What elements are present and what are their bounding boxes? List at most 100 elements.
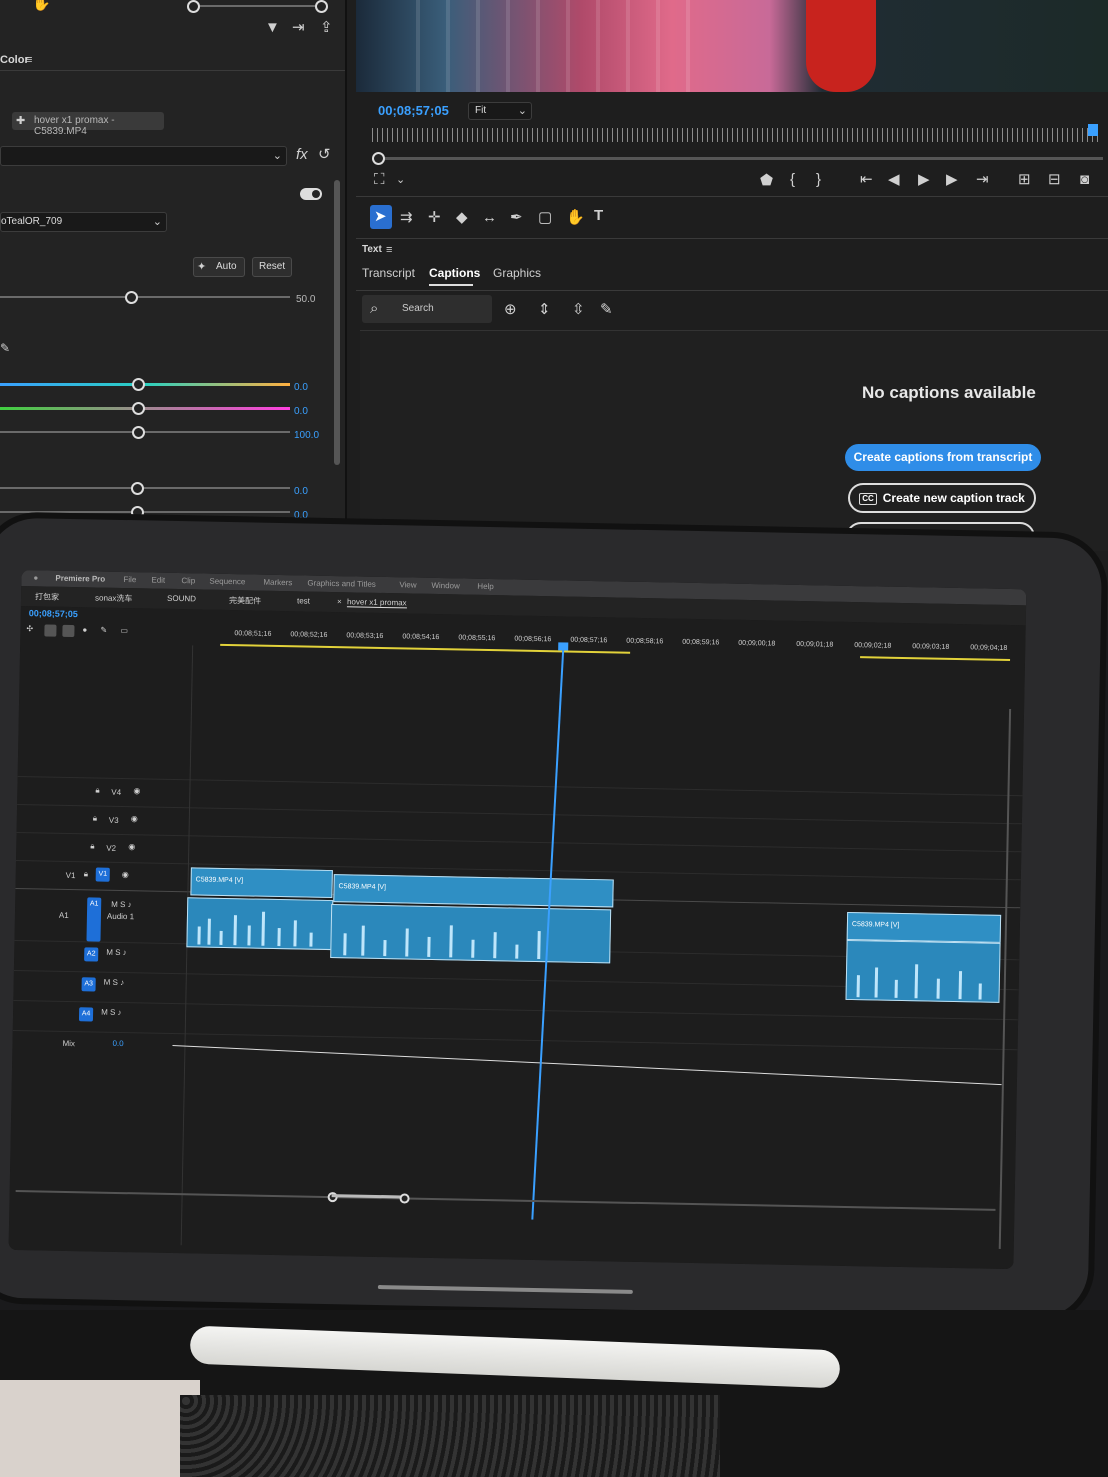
sequence-tab[interactable]: SOUND (167, 594, 196, 604)
close-icon[interactable]: × (337, 597, 342, 606)
exposure-slider[interactable] (0, 487, 290, 489)
menu-window[interactable]: Window (431, 581, 460, 591)
top-slider-knob-end[interactable] (315, 0, 328, 13)
saturation-slider[interactable] (0, 431, 290, 433)
tab-captions[interactable]: Captions (429, 266, 480, 280)
mute-icon[interactable]: M S ♪ (111, 900, 132, 909)
menu-sequence[interactable]: Sequence (209, 577, 245, 587)
program-timecode[interactable]: 00;08;57;05 (378, 103, 449, 118)
monitor-time-ruler[interactable] (372, 128, 1102, 142)
type-tool-icon[interactable]: T (594, 208, 603, 224)
enable-toggle[interactable] (300, 188, 322, 200)
mute-solo-icons[interactable]: M S ♪ (106, 948, 127, 957)
search-input[interactable]: Search (402, 303, 434, 314)
step-back-icon[interactable]: ◀ (888, 172, 900, 188)
sequence-tab[interactable]: test (297, 596, 310, 605)
lock-icon[interactable]: 🔒︎ (95, 785, 99, 795)
menu-edit[interactable]: Edit (151, 576, 165, 585)
hand-tool-icon[interactable]: ✋ (566, 210, 585, 226)
selection-tool[interactable]: ➤ (370, 205, 392, 229)
track-target-a1[interactable]: A1 (86, 897, 102, 942)
lut-dropdown[interactable]: oTealOR_709 ⌄ (0, 212, 167, 232)
linked-selection-icon[interactable] (62, 624, 75, 638)
lock-icon[interactable]: 🔒︎ (90, 841, 94, 851)
tint-slider[interactable] (0, 407, 290, 410)
add-caption-icon[interactable]: ⊕ (504, 302, 517, 318)
eye-icon[interactable]: ◉ (131, 814, 138, 823)
create-caption-track-button[interactable]: CC Create new caption track (848, 483, 1036, 513)
merge-captions-icon[interactable]: ⇳ (572, 302, 585, 318)
zoom-dropdown[interactable]: Fit ⌄ (468, 102, 532, 120)
track-select-icon[interactable]: ⇉ (400, 210, 413, 226)
video-clip[interactable]: C5839.MP4 [V] (846, 911, 1002, 943)
mute-solo-icons[interactable]: M S ♪ (104, 978, 125, 987)
intensity-slider[interactable] (0, 296, 290, 298)
work-area-bar-end[interactable] (860, 656, 1011, 662)
mark-out-icon[interactable]: } (816, 172, 821, 188)
scrollbar-right-handle[interactable] (399, 1193, 410, 1204)
camera-icon[interactable]: ◙ (1080, 172, 1089, 188)
track-target-a2[interactable]: A2 (84, 947, 99, 962)
menu-markers[interactable]: Markers (263, 578, 292, 588)
tint-slider-knob[interactable] (132, 402, 145, 415)
playhead-handle[interactable] (558, 642, 569, 651)
go-to-in-icon[interactable]: ⇤ (860, 172, 873, 188)
marker-icon[interactable]: ● (82, 625, 87, 634)
sequence-tab[interactable]: 打包家 (35, 591, 59, 602)
chevron-down-icon[interactable]: ⌄ (396, 172, 405, 188)
eye-icon[interactable]: ◉ (128, 842, 135, 851)
temperature-slider-knob[interactable] (132, 378, 145, 391)
saturation-slider-knob[interactable] (132, 426, 145, 439)
add-marker-icon[interactable]: ⬟ (760, 173, 773, 189)
audio-clip[interactable] (186, 897, 334, 951)
sequence-tab-active[interactable]: hover x1 promax (346, 597, 407, 609)
track-target-v1[interactable]: V1 (95, 867, 110, 882)
apple-icon[interactable]: ● (33, 573, 38, 582)
monitor-playhead[interactable] (1088, 124, 1098, 136)
tab-graphics[interactable]: Graphics (493, 266, 541, 280)
clip-tab[interactable]: ✚ hover x1 promax - C5839.MP4 (12, 112, 164, 137)
timeline-timecode[interactable]: 00;08;57;05 (29, 608, 78, 619)
captions-icon[interactable]: ▭ (120, 626, 128, 635)
play-icon[interactable]: ▶ (918, 172, 930, 188)
eyedropper-icon[interactable]: ✎ (0, 340, 10, 356)
horizontal-scrollbar[interactable] (15, 1190, 996, 1211)
video-clip[interactable]: C5839.MP4 [V] (190, 867, 333, 899)
lock-icon[interactable]: 🔒︎ (84, 869, 88, 879)
intensity-slider-knob[interactable] (125, 291, 138, 304)
reset-effect-icon[interactable]: ↺ (318, 147, 331, 163)
top-slider[interactable] (190, 5, 320, 7)
top-slider-knob[interactable] (187, 0, 200, 13)
overwrite-icon[interactable]: ⊟ (1048, 172, 1061, 188)
go-to-out-icon[interactable]: ⇥ (976, 172, 989, 188)
audio-clip[interactable] (330, 904, 612, 964)
audio-out-icon[interactable]: ⇥ (292, 20, 305, 36)
mute-solo-icons[interactable]: M S ♪ (101, 1008, 122, 1017)
export-icon[interactable]: ⇪ (320, 20, 333, 36)
panel-menu-icon[interactable]: ≡ (26, 52, 32, 68)
menu-clip[interactable]: Clip (181, 576, 195, 585)
settings-wrench-icon[interactable]: ⛶ (374, 172, 385, 188)
caption-search-box[interactable]: ⌕ Search (362, 295, 492, 323)
wrench-icon[interactable]: ✎ (100, 626, 107, 635)
exposure-slider-knob[interactable] (131, 482, 144, 495)
video-clip[interactable]: C5839.MP4 [V] (333, 874, 614, 908)
monitor-scrub-bar[interactable] (378, 157, 1103, 160)
contrast-slider-knob[interactable] (131, 506, 144, 519)
sequence-tab[interactable]: 完美配件 (229, 595, 261, 607)
pen-icon[interactable]: ✒ (510, 210, 523, 226)
menu-file[interactable]: File (123, 575, 136, 584)
eye-icon[interactable]: ◉ (133, 786, 140, 795)
step-forward-icon[interactable]: ▶ (946, 172, 958, 188)
auto-button[interactable]: ✦ Auto (193, 257, 245, 277)
lock-icon[interactable]: 🔒︎ (93, 813, 97, 823)
scrub-bar-start-knob[interactable] (372, 152, 385, 165)
insert-icon[interactable]: ⊞ (1018, 172, 1031, 188)
panel-menu-icon[interactable]: ≡ (386, 242, 392, 258)
rectangle-icon[interactable]: ▢ (538, 210, 552, 226)
eye-icon[interactable]: ◉ (122, 870, 129, 879)
create-captions-from-transcript-button[interactable]: Create captions from transcript (845, 444, 1041, 471)
menu-view[interactable]: View (399, 580, 416, 589)
slip-icon[interactable]: ↔ (482, 210, 497, 226)
panel-scrollbar[interactable] (334, 180, 340, 465)
